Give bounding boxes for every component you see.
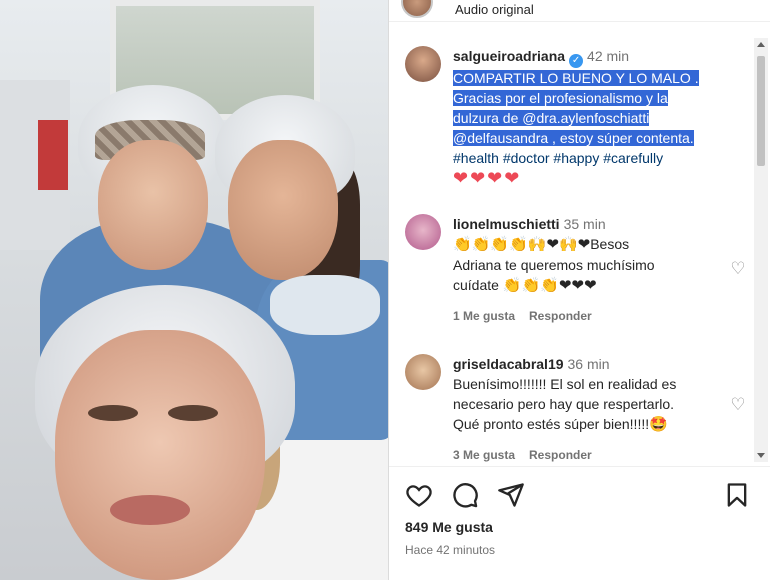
caption-line: dulzura de @dra.aylenfoschiatti	[453, 110, 650, 126]
post-timestamp: Hace 42 minutos	[405, 543, 496, 557]
person-3-lips	[110, 495, 190, 525]
author-avatar[interactable]	[401, 0, 433, 18]
scroll-thumb[interactable]	[757, 56, 765, 166]
comment-text: Buenísimo!!!!!!! El sol en realidad es	[453, 376, 677, 392]
comments-scrollbar[interactable]	[754, 38, 768, 462]
person-2-face	[228, 140, 338, 280]
comment-text: cuídate	[453, 277, 499, 293]
comment-emoji: 👏👏👏👏🙌❤🙌❤	[453, 236, 591, 253]
person-3-eye-right	[168, 405, 218, 421]
comment-likes[interactable]: 1 Me gusta	[453, 309, 515, 323]
heart-icon[interactable]	[405, 481, 433, 509]
comment-body: griseldacabral19 36 min Buenísimo!!!!!!! …	[453, 354, 753, 462]
caption-time: 42 min	[587, 48, 630, 64]
comment-meta: 3 Me gusta Responder	[453, 445, 753, 462]
reply-button[interactable]: Responder	[529, 309, 592, 323]
comment-icon[interactable]	[451, 481, 479, 509]
photo-red-box	[38, 120, 68, 190]
comment-body: lionelmuschietti 35 min 👏👏👏👏🙌❤🙌❤Besos Adr…	[453, 214, 753, 326]
reply-button[interactable]: Responder	[529, 448, 592, 462]
comment-text: Besos	[590, 236, 630, 252]
comment-time: 36 min	[567, 356, 610, 372]
comment-text: Qué pronto estés súper bien!!!!!	[453, 416, 650, 432]
share-icon[interactable]	[497, 481, 525, 509]
caption-line: COMPARTIR LO BUENO Y LO MALO .	[453, 70, 699, 86]
comment-text: Adriana te queremos muchísimo	[453, 257, 655, 273]
person-2-mask	[270, 275, 380, 335]
bookmark-icon[interactable]	[723, 481, 751, 509]
caption-avatar[interactable]	[405, 46, 441, 82]
post-header: Audio original	[389, 0, 770, 22]
scroll-up-arrow-icon[interactable]	[757, 42, 765, 47]
comment-text: necesario pero hay que respertarlo.	[453, 396, 675, 412]
comment-avatar[interactable]	[405, 214, 441, 250]
caption-username[interactable]: salgueiroadriana	[453, 48, 565, 64]
caption-line: @delfausandra , estoy súper contenta.	[453, 130, 694, 146]
caption-hearts: ❤❤❤❤	[453, 168, 522, 188]
comment-heart-icon[interactable]: ♡	[729, 260, 747, 278]
caption-hashtags[interactable]: #health #doctor #happy #carefully	[453, 148, 753, 168]
comment-meta: 1 Me gusta Responder	[453, 306, 753, 326]
post-photo[interactable]	[0, 0, 388, 580]
comment-time: 35 min	[563, 216, 606, 232]
comment-avatar[interactable]	[405, 354, 441, 390]
verified-icon: ✓	[569, 54, 584, 68]
post-actions: 849 Me gusta Hace 42 minutos	[389, 466, 770, 580]
person-3-face	[55, 330, 265, 580]
likes-count[interactable]: 849 Me gusta	[405, 519, 493, 535]
comment-likes[interactable]: 3 Me gusta	[453, 448, 515, 462]
comment-username[interactable]: griseldacabral19	[453, 356, 564, 372]
person-3-eye-left	[88, 405, 138, 421]
comment-heart-icon[interactable]: ♡	[729, 396, 747, 414]
audio-original-link[interactable]: Audio original	[455, 2, 534, 17]
comment-emoji: 👏👏👏❤❤❤	[502, 277, 597, 294]
comments-list[interactable]: salgueiroadriana ✓ 42 min COMPARTIR LO BUE…	[389, 38, 755, 462]
comment-username[interactable]: lionelmuschietti	[453, 216, 560, 232]
caption-body: salgueiroadriana ✓ 42 min COMPARTIR LO BUE…	[453, 46, 753, 188]
person-1-face	[98, 140, 208, 270]
comment-emoji: 🤩	[649, 416, 668, 433]
scroll-down-arrow-icon[interactable]	[757, 453, 765, 458]
caption-line: Gracias por el profesionalismo y la	[453, 90, 668, 106]
post-side-panel: Audio original salgueiroadriana ✓ 42 min C…	[388, 0, 770, 580]
